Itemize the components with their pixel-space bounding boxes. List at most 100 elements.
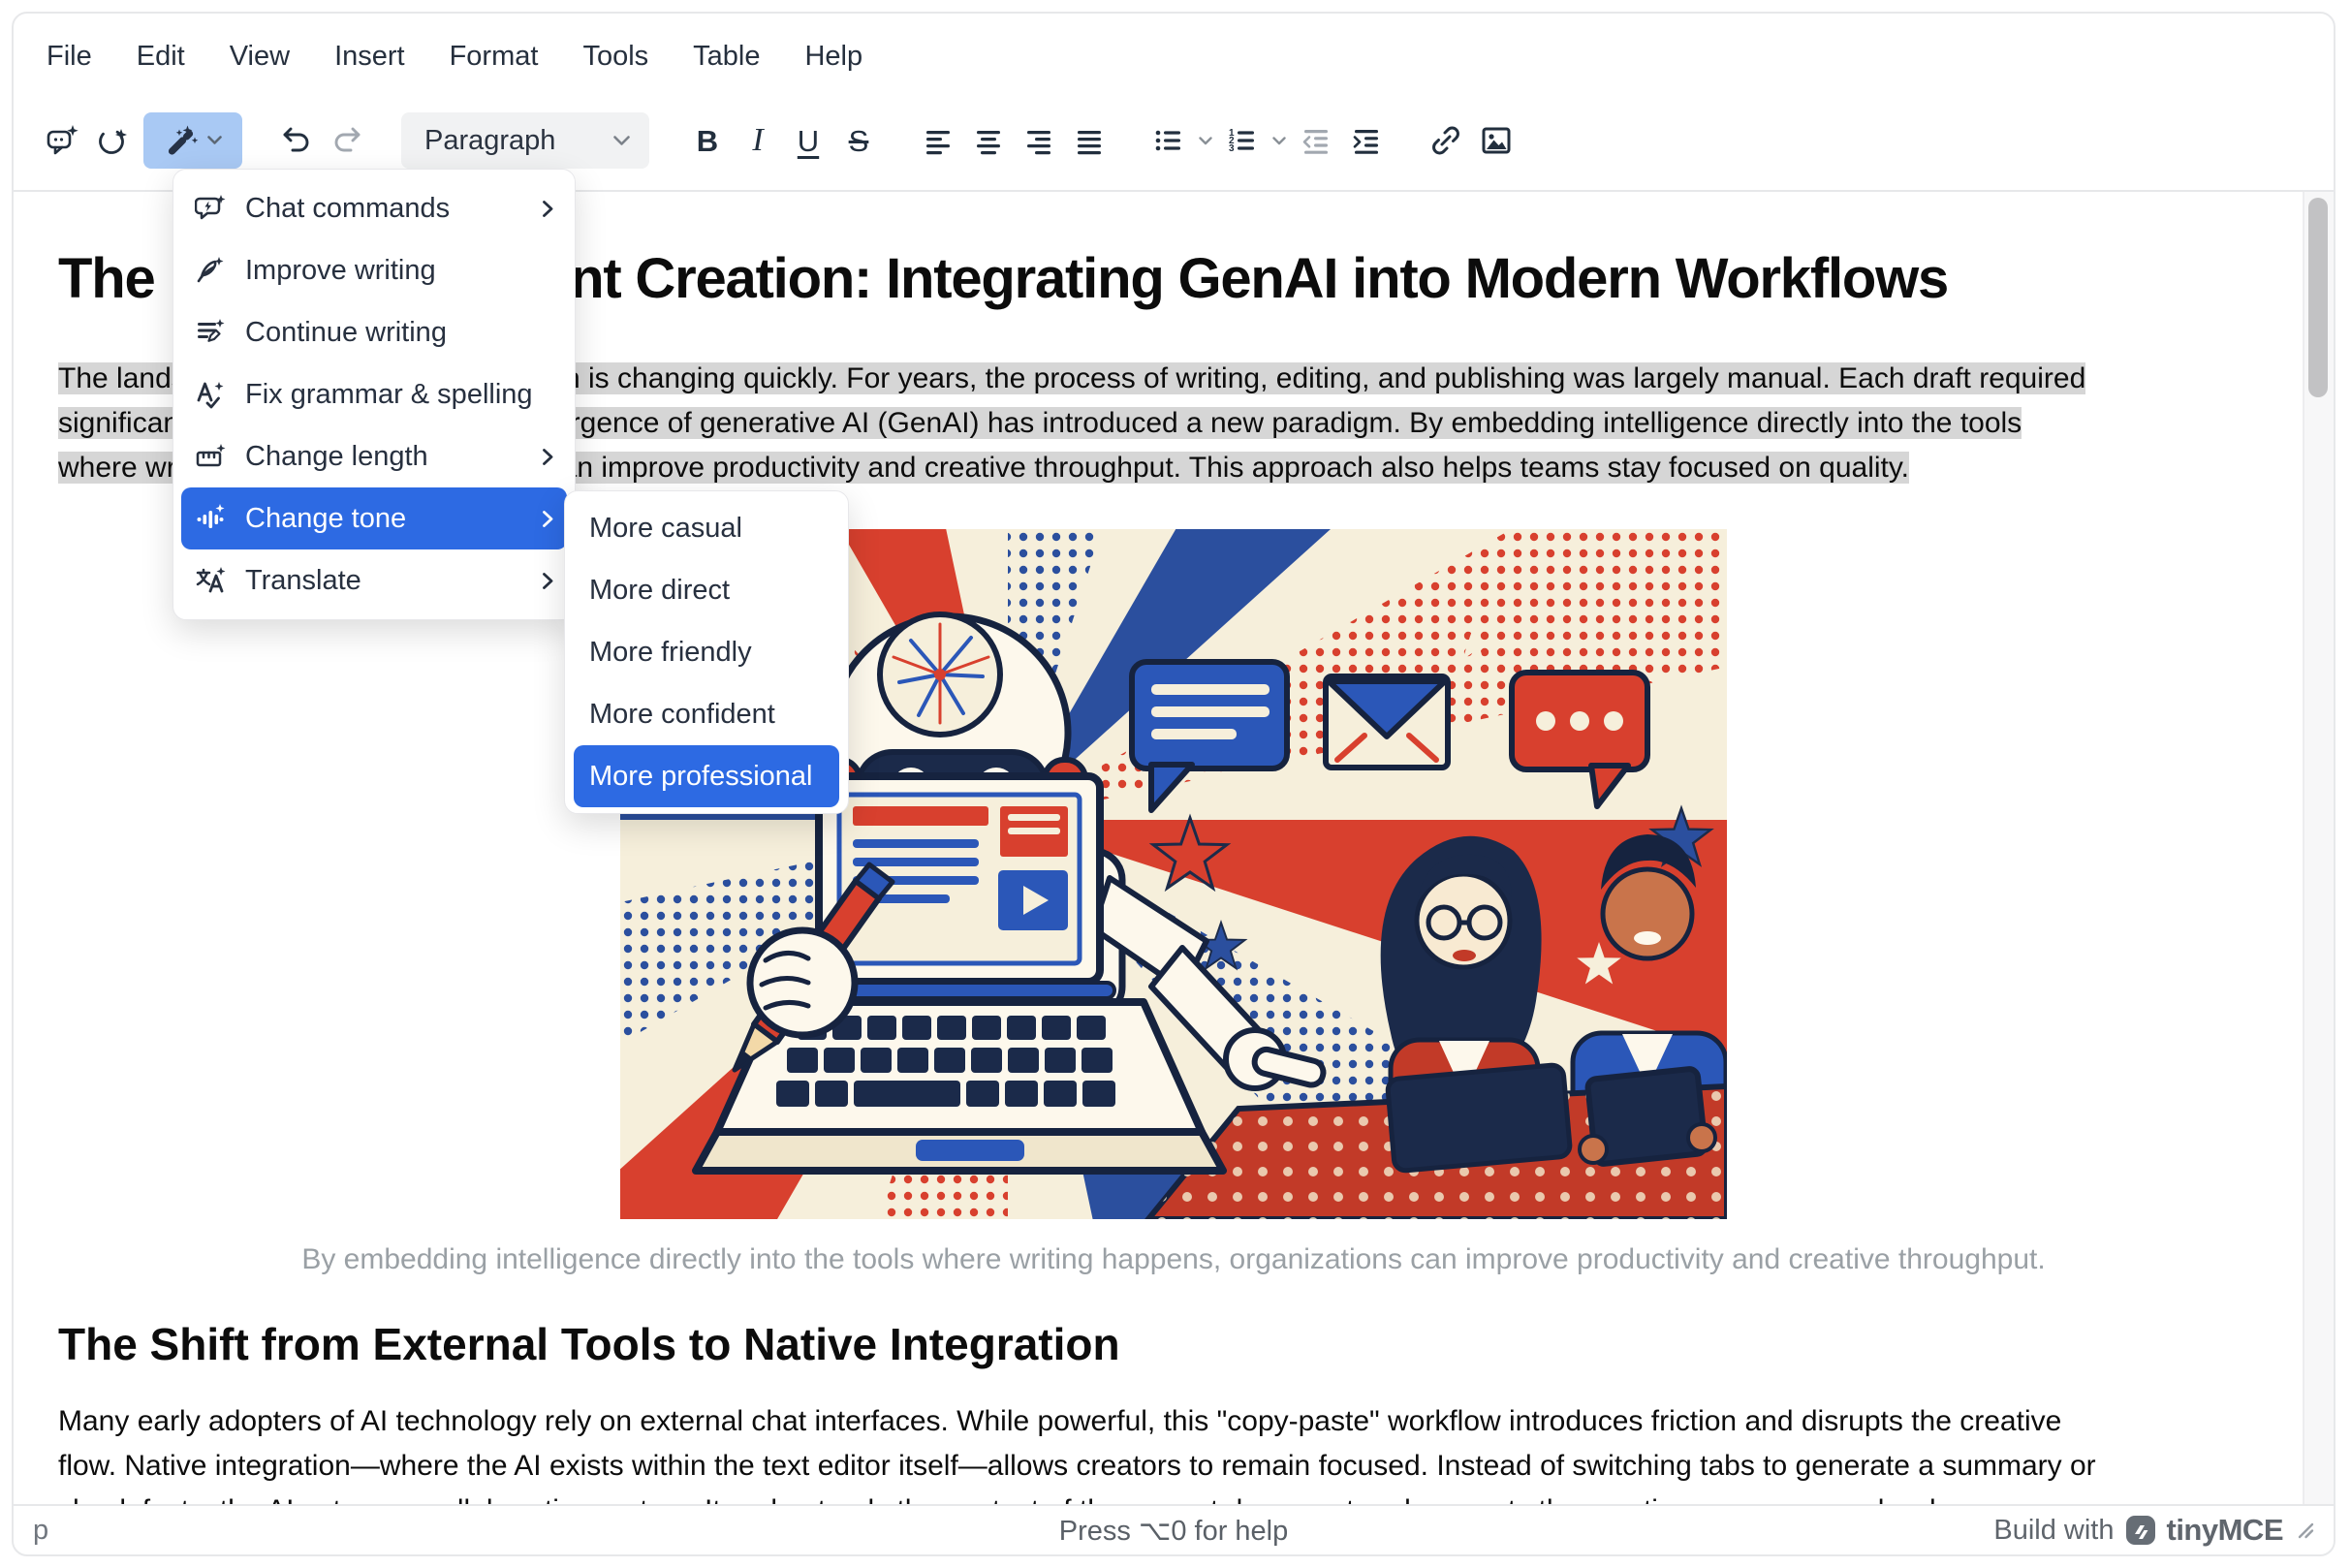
underline-icon: U (798, 126, 819, 156)
menu-item-continue-writing[interactable]: Continue writing (181, 301, 567, 363)
chevron-down-icon (1199, 137, 1212, 145)
block-format-value: Paragraph (424, 125, 555, 157)
menu-edit[interactable]: Edit (137, 41, 185, 73)
image-icon (1479, 123, 1514, 158)
redo-icon (329, 123, 364, 158)
status-bar: p Press ⌥0 for help Build with tinyMCE (14, 1504, 2334, 1554)
italic-button[interactable]: I (733, 114, 783, 167)
tinymce-logo-icon (2124, 1514, 2157, 1547)
indent-icon (1350, 124, 1383, 157)
body-paragraph: Many early adopters of AI technology rel… (58, 1399, 2289, 1504)
menu-item-label: Chat commands (245, 193, 450, 225)
chevron-right-icon (543, 449, 553, 465)
menu-item-label: Fix grammar & spelling (245, 379, 533, 411)
ai-chat-button[interactable] (37, 114, 87, 167)
menu-insert[interactable]: Insert (334, 41, 405, 73)
ai-shortcuts-icon (95, 123, 130, 158)
laptop-back (1387, 1064, 1571, 1172)
branding-link[interactable]: Build with tinyMCE (1993, 1513, 2283, 1548)
strikethrough-icon: S (849, 126, 869, 156)
chat-commands-icon (195, 193, 226, 224)
translate-icon (195, 565, 226, 596)
menu-item-label: Translate (245, 565, 361, 597)
align-right-button[interactable] (1014, 114, 1064, 167)
submenu-item-more-casual[interactable]: More casual (574, 497, 839, 559)
bullet-list-button[interactable] (1144, 114, 1194, 167)
outdent-icon (1300, 124, 1332, 157)
menu-file[interactable]: File (47, 41, 92, 73)
ai-shortcuts-button[interactable] (87, 114, 138, 167)
undo-icon (279, 123, 314, 158)
align-center-button[interactable] (963, 114, 1014, 167)
italic-icon: I (752, 124, 763, 157)
editor-scrollbar[interactable] (2303, 192, 2334, 1504)
align-left-button[interactable] (913, 114, 963, 167)
redo-button[interactable] (322, 114, 372, 167)
chevron-down-icon (1272, 137, 1286, 145)
menu-tools[interactable]: Tools (582, 41, 648, 73)
menu-format[interactable]: Format (450, 41, 539, 73)
align-justify-button[interactable] (1064, 114, 1114, 167)
change-length-icon (195, 441, 226, 472)
numbered-list-button[interactable]: 123 (1217, 114, 1268, 167)
continue-writing-icon (195, 317, 226, 348)
menu-table[interactable]: Table (693, 41, 760, 73)
branding-prefix: Build with (1993, 1515, 2114, 1547)
align-left-icon (922, 124, 955, 157)
image-button[interactable] (1471, 114, 1521, 167)
align-right-icon (1022, 124, 1055, 157)
chevron-right-icon (543, 511, 553, 527)
section-heading: The Shift from External Tools to Native … (58, 1318, 2289, 1370)
improve-writing-icon (195, 255, 226, 286)
ai-assistant-menu: Chat commands Improve writing Continue w… (172, 169, 576, 620)
menu-view[interactable]: View (230, 41, 290, 73)
menu-item-chat-commands[interactable]: Chat commands (181, 177, 567, 239)
menu-help[interactable]: Help (804, 41, 862, 73)
submenu-item-more-direct[interactable]: More direct (574, 559, 839, 621)
submenu-item-more-confident[interactable]: More confident (574, 683, 839, 745)
numbered-list-chevron[interactable] (1268, 114, 1291, 167)
numbered-list-icon: 123 (1226, 124, 1259, 157)
menu-item-change-length[interactable]: Change length (181, 425, 567, 487)
indent-button[interactable] (1341, 114, 1392, 167)
menu-item-change-tone[interactable]: Change tone (181, 487, 567, 549)
strikethrough-button[interactable]: S (833, 114, 884, 167)
underline-button[interactable]: U (783, 114, 833, 167)
link-icon (1428, 123, 1463, 158)
link-button[interactable] (1421, 114, 1471, 167)
chevron-down-icon (613, 136, 630, 146)
align-center-icon (972, 124, 1005, 157)
ai-assistant-button[interactable] (143, 112, 242, 169)
tablet-and-hands (1580, 1068, 1715, 1164)
change-tone-submenu: More casual More direct More friendly Mo… (564, 490, 849, 814)
menu-item-improve-writing[interactable]: Improve writing (181, 239, 567, 301)
menu-item-label: Improve writing (245, 255, 436, 287)
menu-item-label: Continue writing (245, 317, 447, 349)
ai-chat-icon (45, 123, 79, 158)
scrollbar-thumb[interactable] (2308, 198, 2328, 397)
menu-item-translate[interactable]: Translate (181, 549, 567, 612)
block-format-select[interactable]: Paragraph (401, 112, 649, 169)
brand-name: tinyMCE (2167, 1513, 2284, 1548)
magic-wand-icon (165, 123, 200, 158)
outdent-button[interactable] (1291, 114, 1341, 167)
envelope-icon-art (1326, 676, 1448, 768)
bold-button[interactable]: B (682, 114, 733, 167)
menu-item-label: Change tone (245, 503, 406, 535)
bullet-list-chevron[interactable] (1194, 114, 1217, 167)
bullet-list-icon (1152, 124, 1185, 157)
undo-button[interactable] (271, 114, 322, 167)
svg-text:3: 3 (1229, 143, 1235, 154)
chevron-right-icon (543, 573, 553, 589)
help-shortcut-text: Press ⌥0 for help (14, 1514, 2334, 1548)
submenu-item-more-friendly[interactable]: More friendly (574, 621, 839, 683)
submenu-item-more-professional[interactable]: More professional (574, 745, 839, 807)
fix-grammar-icon (195, 379, 226, 410)
change-tone-icon (195, 503, 226, 534)
chevron-right-icon (543, 201, 553, 217)
menu-bar: File Edit View Insert Format Tools Table… (14, 14, 2334, 91)
image-caption: By embedding intelligence directly into … (58, 1240, 2289, 1279)
menu-item-fix-grammar[interactable]: Fix grammar & spelling (181, 363, 567, 425)
menu-item-label: Change length (245, 441, 428, 473)
chevron-down-icon (207, 136, 222, 145)
